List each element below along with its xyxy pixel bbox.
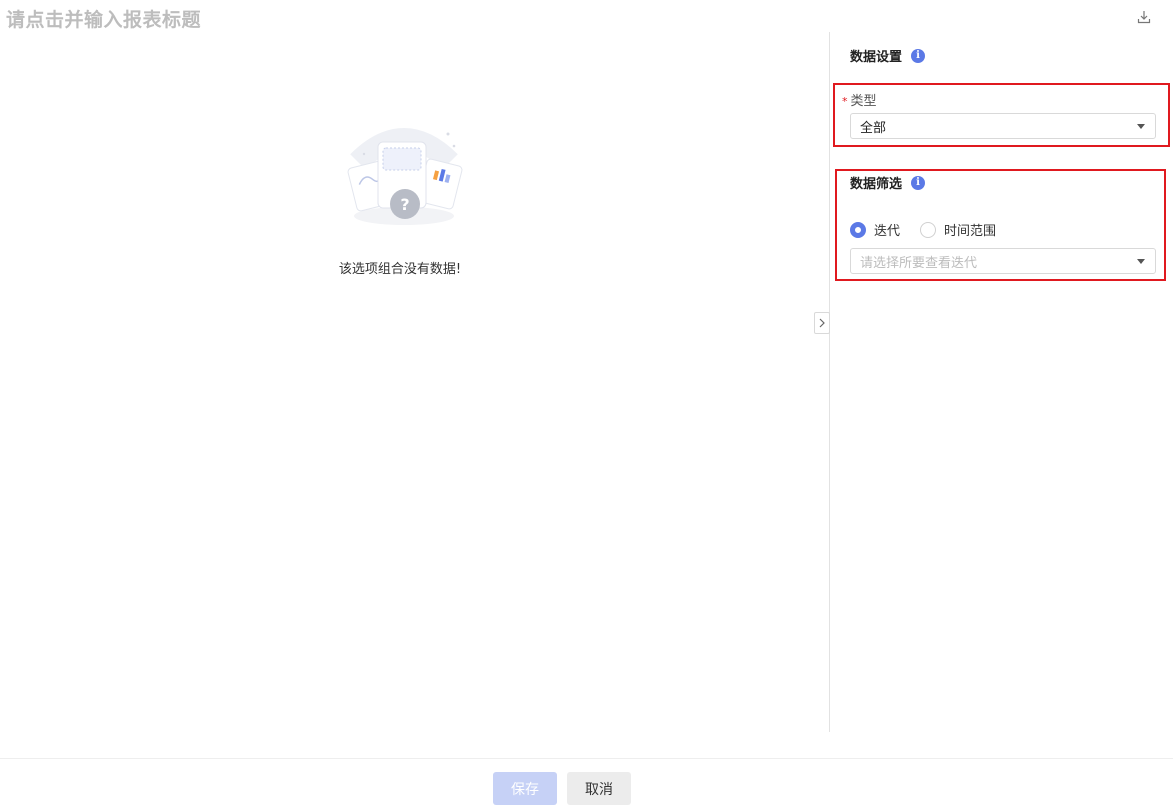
download-icon (1137, 11, 1151, 24)
download-button[interactable] (1136, 9, 1152, 25)
data-filter-label: 数据筛选 (850, 177, 903, 192)
save-button[interactable]: 保存 (493, 772, 557, 805)
report-title-input[interactable]: 请点击并输入报表标题 (6, 5, 201, 32)
chevron-right-icon (819, 318, 825, 328)
iteration-select-placeholder: 请选择所要查看迭代 (860, 255, 978, 271)
type-select-value: 全部 (860, 120, 887, 136)
caret-down-icon (1137, 259, 1145, 264)
data-settings-title: 数据设置 i (850, 46, 926, 65)
data-filter-title: 数据筛选 i (850, 173, 926, 192)
data-settings-label: 数据设置 (850, 50, 903, 65)
svg-text:?: ? (400, 195, 409, 214)
radio-time-range[interactable]: 时间范围 (920, 220, 996, 239)
panel-divider (829, 32, 830, 732)
radio-checked-icon (850, 221, 866, 238)
radio-iteration-label: 迭代 (874, 224, 901, 239)
type-field-label: * 类型 (842, 90, 877, 109)
info-icon[interactable]: i (911, 48, 926, 63)
empty-state-message: 该选项组合没有数据! (338, 262, 462, 277)
radio-time-range-label: 时间范围 (944, 224, 997, 239)
no-data-illustration: ? (338, 124, 470, 234)
caret-down-icon (1137, 124, 1145, 129)
info-icon[interactable]: i (911, 175, 926, 190)
radio-unchecked-icon (920, 221, 937, 238)
type-label-text: 类型 (850, 94, 877, 109)
type-select[interactable]: 全部 (850, 113, 1156, 139)
iteration-select[interactable]: 请选择所要查看迭代 (850, 248, 1156, 274)
radio-iteration[interactable]: 迭代 (850, 220, 900, 239)
footer-divider (0, 758, 1173, 759)
cancel-button[interactable]: 取消 (567, 772, 631, 805)
required-mark: * (842, 95, 848, 108)
collapse-panel-button[interactable] (814, 312, 830, 334)
filter-mode-radio-group: 迭代 时间范围 (850, 220, 1016, 239)
